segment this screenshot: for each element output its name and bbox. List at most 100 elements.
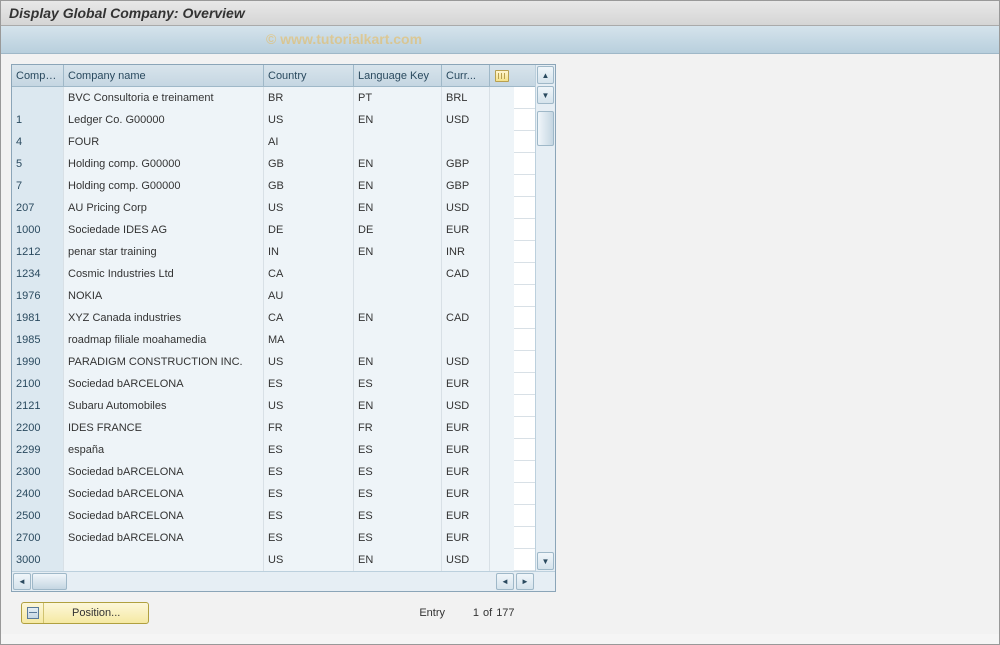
cell-currency: EUR	[442, 417, 490, 439]
cell-country: CA	[264, 307, 354, 329]
cell-currency: EUR	[442, 483, 490, 505]
cell-language: ES	[354, 505, 442, 527]
scroll-up-button[interactable]: ▲	[537, 66, 554, 84]
cell-name	[64, 549, 264, 571]
table-row[interactable]: 7Holding comp. G00000GBENGBP	[12, 175, 535, 197]
table-row[interactable]: 2300Sociedad bARCELONAESESEUR	[12, 461, 535, 483]
cell-spacer	[490, 329, 514, 351]
cell-company: 2300	[12, 461, 64, 483]
table-body: BVC Consultoria e treinamentBRPTBRL1Ledg…	[12, 87, 535, 571]
table-row[interactable]: 1976NOKIAAU	[12, 285, 535, 307]
entry-info: Entry 1 of 177	[419, 607, 526, 619]
chevron-down-icon: ▼	[542, 557, 550, 566]
cell-spacer	[490, 351, 514, 373]
cell-name: PARADIGM CONSTRUCTION INC.	[64, 351, 264, 373]
table-row[interactable]: 1234Cosmic Industries LtdCACAD	[12, 263, 535, 285]
table-row[interactable]: 2500Sociedad bARCELONAESESEUR	[12, 505, 535, 527]
cell-name: Sociedad bARCELONA	[64, 483, 264, 505]
cell-spacer	[490, 549, 514, 571]
cell-name: Cosmic Industries Ltd	[64, 263, 264, 285]
table-row[interactable]: BVC Consultoria e treinamentBRPTBRL	[12, 87, 535, 109]
cell-company: 3000	[12, 549, 64, 571]
column-header-currency[interactable]: Curr...	[442, 65, 490, 87]
column-header-name[interactable]: Company name	[64, 65, 264, 87]
table-row[interactable]: 2700Sociedad bARCELONAESESEUR	[12, 527, 535, 549]
table-row[interactable]: 2400Sociedad bARCELONAESESEUR	[12, 483, 535, 505]
cell-currency: BRL	[442, 87, 490, 109]
cell-language: EN	[354, 175, 442, 197]
scroll-right-button[interactable]: ►	[516, 573, 534, 590]
horizontal-scroll-thumb[interactable]	[32, 573, 67, 590]
cell-name: Sociedad bARCELONA	[64, 461, 264, 483]
cell-language: EN	[354, 307, 442, 329]
chevron-left-icon: ◄	[501, 577, 509, 586]
vertical-scroll-thumb[interactable]	[537, 111, 554, 146]
table-row[interactable]: 1Ledger Co. G00000USENUSD	[12, 109, 535, 131]
horizontal-scrollbar[interactable]: ◄ ◄ ►	[12, 571, 555, 591]
cell-currency: EUR	[442, 219, 490, 241]
scroll-down-step-button[interactable]: ▼	[537, 86, 554, 104]
cell-currency: USD	[442, 395, 490, 417]
table-row[interactable]: 1981XYZ Canada industriesCAENCAD	[12, 307, 535, 329]
table-row[interactable]: 1985roadmap filiale moahamediaMA	[12, 329, 535, 351]
column-header-country[interactable]: Country	[264, 65, 354, 87]
cell-name: IDES FRANCE	[64, 417, 264, 439]
table-row[interactable]: 2100Sociedad bARCELONAESESEUR	[12, 373, 535, 395]
cell-spacer	[490, 241, 514, 263]
cell-company: 2121	[12, 395, 64, 417]
table-row[interactable]: 1000Sociedade IDES AGDEDEEUR	[12, 219, 535, 241]
table-row[interactable]: 2299españaESESEUR	[12, 439, 535, 461]
cell-language: EN	[354, 109, 442, 131]
scroll-left-button[interactable]: ◄	[13, 573, 31, 590]
table-row[interactable]: 2200IDES FRANCEFRFREUR	[12, 417, 535, 439]
column-header-language[interactable]: Language Key	[354, 65, 442, 87]
cell-company: 2100	[12, 373, 64, 395]
cell-company: 1985	[12, 329, 64, 351]
cell-country: AI	[264, 131, 354, 153]
cell-company: 1212	[12, 241, 64, 263]
cell-country: ES	[264, 461, 354, 483]
cell-name: Sociedad bARCELONA	[64, 527, 264, 549]
cell-country: AU	[264, 285, 354, 307]
cell-language: EN	[354, 351, 442, 373]
company-table: Compa... Company name Country Language K…	[11, 64, 556, 592]
cell-company: 1976	[12, 285, 64, 307]
cell-spacer	[490, 505, 514, 527]
table-row[interactable]: 207AU Pricing CorpUSENUSD	[12, 197, 535, 219]
table-row[interactable]: 1212penar star trainingINENINR	[12, 241, 535, 263]
column-header-company[interactable]: Compa...	[12, 65, 64, 87]
cell-spacer	[490, 417, 514, 439]
cell-country: US	[264, 351, 354, 373]
table-config-button[interactable]	[490, 65, 514, 87]
cell-company: 2400	[12, 483, 64, 505]
vertical-scroll-track[interactable]	[537, 111, 554, 552]
cell-company: 2500	[12, 505, 64, 527]
cell-spacer	[490, 373, 514, 395]
horizontal-scroll-track[interactable]	[32, 573, 92, 590]
table-row[interactable]: 1990PARADIGM CONSTRUCTION INC.USENUSD	[12, 351, 535, 373]
cell-name: penar star training	[64, 241, 264, 263]
cell-spacer	[490, 219, 514, 241]
cell-spacer	[490, 461, 514, 483]
cell-currency: USD	[442, 197, 490, 219]
cell-spacer	[490, 131, 514, 153]
cell-language: ES	[354, 461, 442, 483]
table-row[interactable]: 4FOURAI	[12, 131, 535, 153]
cell-spacer	[490, 395, 514, 417]
cell-name: FOUR	[64, 131, 264, 153]
cell-spacer	[490, 285, 514, 307]
cell-language: DE	[354, 219, 442, 241]
table-row[interactable]: 2121Subaru AutomobilesUSENUSD	[12, 395, 535, 417]
scroll-right-step-button[interactable]: ◄	[496, 573, 514, 590]
chevron-right-icon: ►	[521, 577, 529, 586]
cell-spacer	[490, 307, 514, 329]
table-row[interactable]: 3000USENUSD	[12, 549, 535, 571]
chevron-down-icon: ▼	[542, 91, 550, 100]
cell-language: PT	[354, 87, 442, 109]
vertical-scrollbar[interactable]: ▲ ▼ ▼	[535, 65, 555, 571]
cell-company: 1000	[12, 219, 64, 241]
toolbar: © www.tutorialkart.com	[1, 26, 999, 54]
scroll-down-button[interactable]: ▼	[537, 552, 554, 570]
table-row[interactable]: 5Holding comp. G00000GBENGBP	[12, 153, 535, 175]
position-button[interactable]: Position...	[21, 602, 149, 624]
